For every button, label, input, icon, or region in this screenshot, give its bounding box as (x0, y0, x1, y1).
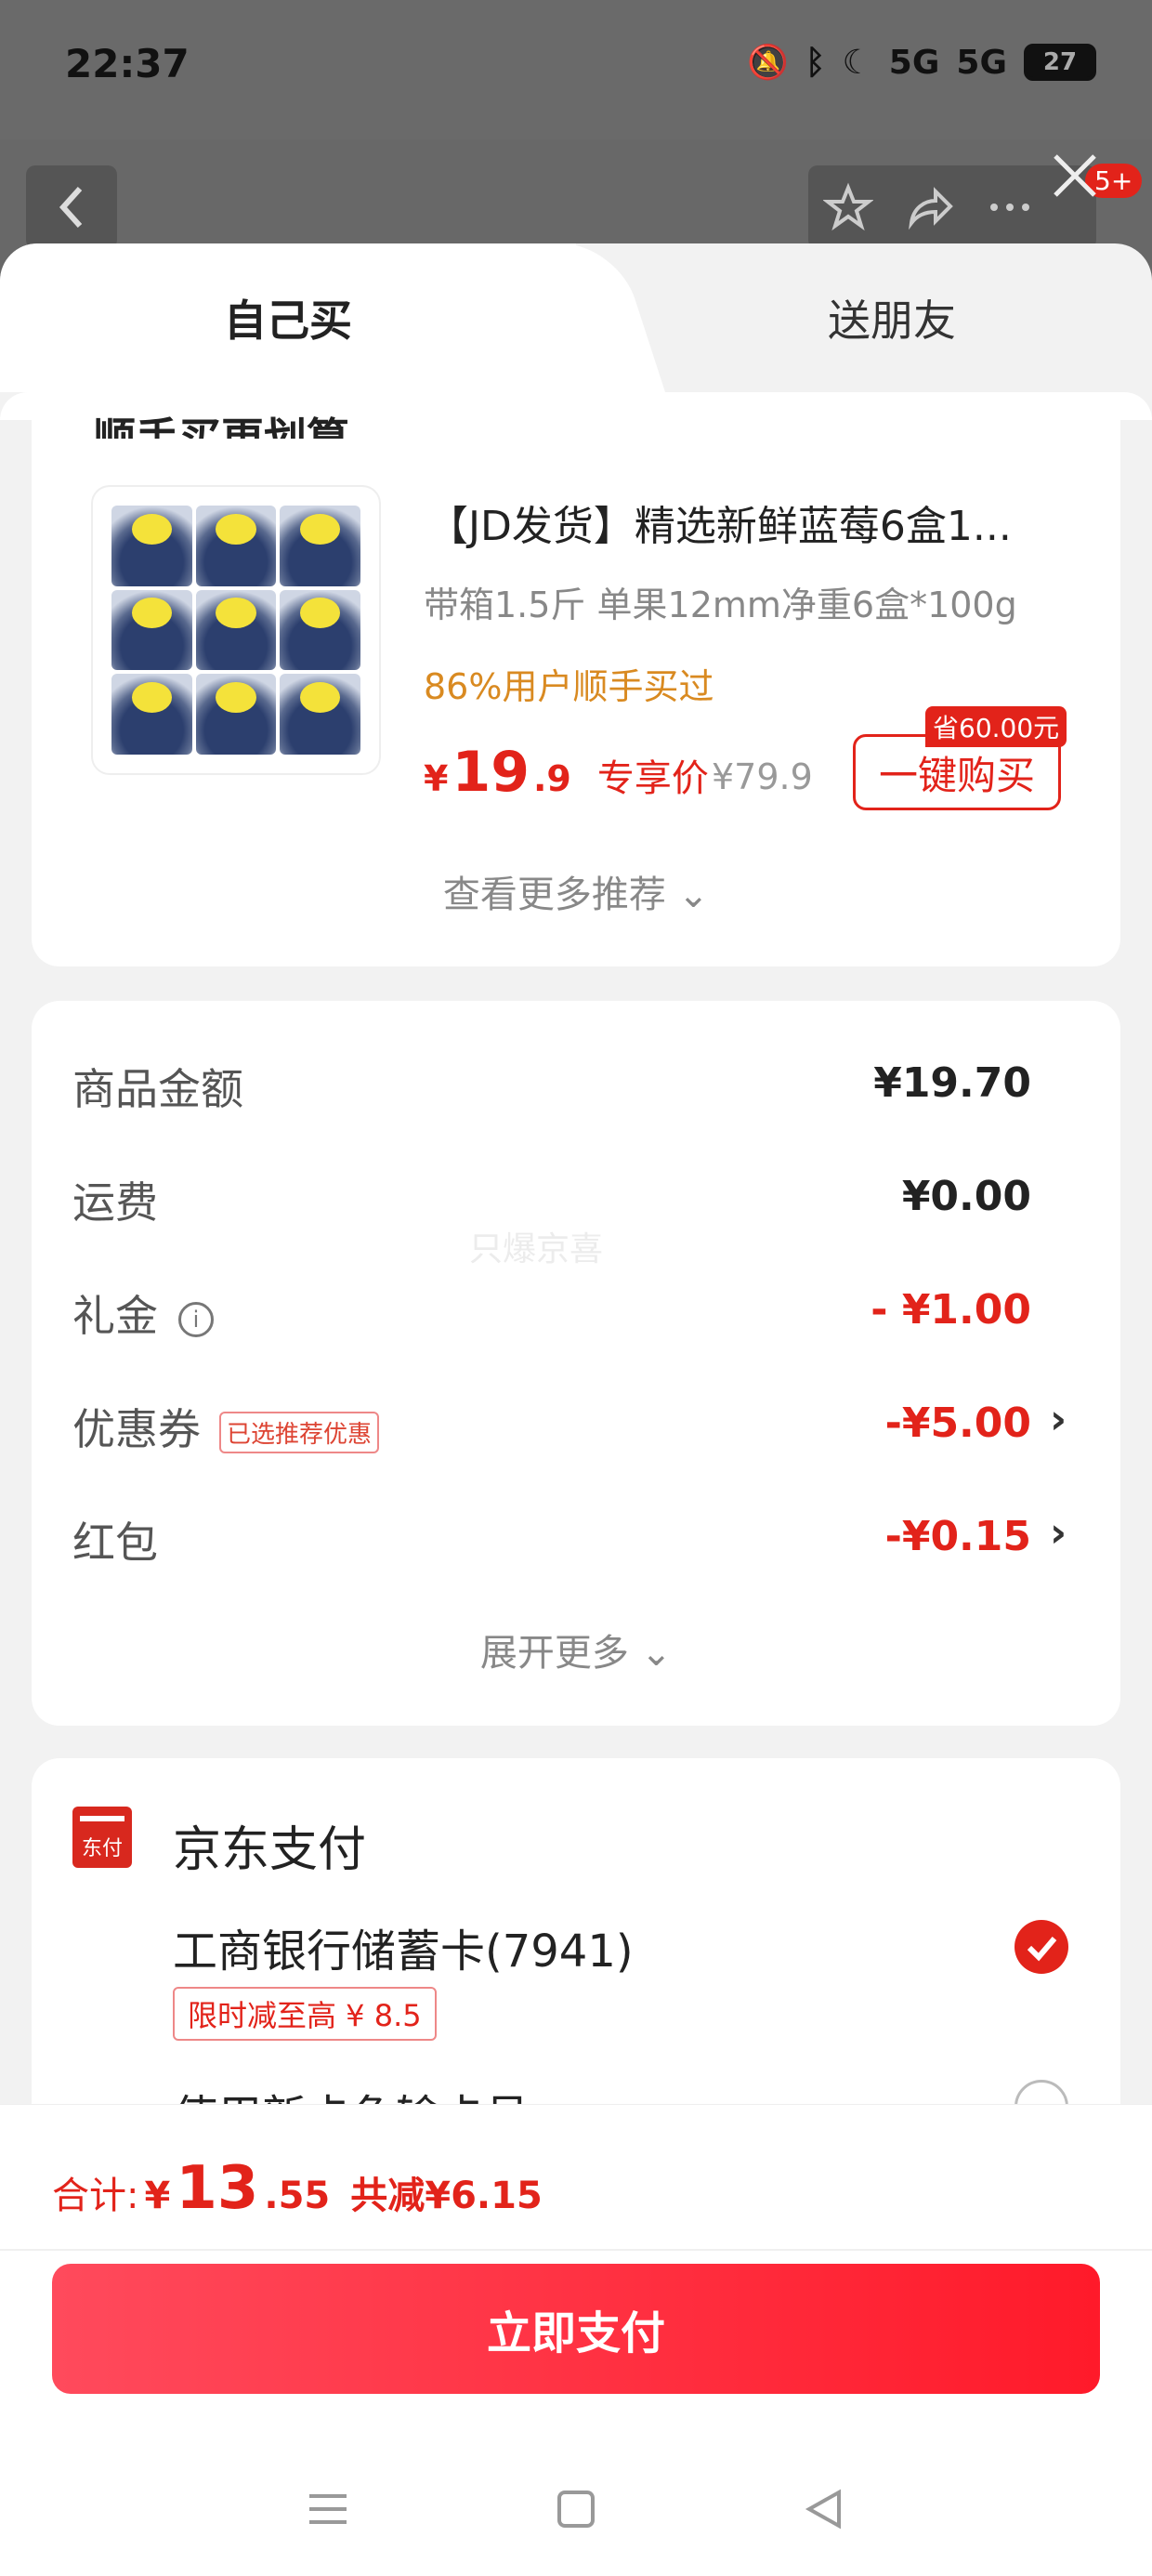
total-saved: 共减¥6.15 (350, 2175, 543, 2217)
chevron-left-icon (59, 186, 83, 229)
bluetooth-icon: ᛒ (805, 43, 826, 82)
save-amount-badge: 省60.00元 (925, 706, 1067, 747)
more-icon[interactable] (985, 182, 1035, 232)
total-currency: ¥ (144, 2175, 171, 2217)
price-integer: 19 (452, 740, 530, 805)
close-icon[interactable] (1048, 149, 1102, 203)
summary-value-redpacket[interactable]: -¥0.15 (885, 1513, 1031, 1560)
status-bar: 22:37 🔕 ᛒ ☾ 5G 5G 27 (0, 0, 1152, 139)
star-icon[interactable] (823, 182, 874, 232)
clock: 22:37 (65, 41, 190, 86)
status-icons: 🔕 ᛒ ☾ 5G 5G 27 (747, 43, 1096, 82)
share-icon[interactable] (904, 182, 954, 232)
info-icon[interactable]: i (178, 1301, 214, 1337)
summary-value-goods: ¥19.70 (873, 1059, 1031, 1107)
coupon-selected-tag: 已选推荐优惠 (219, 1412, 380, 1453)
product-price: ¥ 19 .9 专享价 (424, 740, 709, 805)
product-buy-rate: 86%用户顺手买过 (424, 666, 714, 707)
divider (0, 2249, 1152, 2251)
total-label: 合计: (52, 2175, 139, 2217)
limited-discount-tag: 限时减至高 ¥ 8.5 (173, 1987, 437, 2041)
back-button[interactable] (26, 165, 117, 249)
signal-icon: 5G (956, 43, 1007, 82)
summary-row-gift: 礼金 i (72, 1282, 214, 1344)
mute-icon: 🔕 (747, 44, 789, 82)
new-card-option[interactable]: 使用新卡免输卡号 (173, 2080, 530, 2106)
product-spec: 带箱1.5斤 单果12mm净重6盒*100g (424, 585, 1017, 625)
bank-card-option[interactable]: 工商银行储蓄卡(7941) (173, 1914, 634, 1979)
jd-pay-icon: 东付 (72, 1807, 132, 1868)
price-currency: ¥ (424, 758, 449, 799)
tab-self-buy-label: 自己买 (224, 296, 352, 346)
original-price: ¥79.9 (712, 756, 813, 797)
signal-icon: 5G (888, 43, 940, 82)
chevron-right-icon[interactable]: › (1050, 1509, 1067, 1557)
total-integer: 13 (176, 2154, 259, 2223)
summary-label-coupon: 优惠券 (72, 1404, 201, 1454)
more-recommend-link[interactable]: 查看更多推荐 ⌄ (0, 864, 1152, 918)
system-navigation-bar (0, 2453, 1152, 2565)
summary-label-gift: 礼金 (72, 1291, 158, 1341)
moon-icon: ☾ (842, 43, 872, 82)
recommend-section-title: 顺手买更划算 (93, 414, 349, 439)
pay-now-button[interactable]: 立即支付 (52, 2264, 1100, 2394)
summary-value-coupon[interactable]: -¥5.00 (885, 1400, 1031, 1447)
tab-self-buy[interactable]: 自己买 (0, 243, 576, 392)
summary-row-coupon[interactable]: 优惠券 已选推荐优惠 (72, 1396, 380, 1457)
battery-icon: 27 (1024, 44, 1096, 81)
product-title[interactable]: 【JD发货】精选新鲜蓝莓6盒1... (427, 493, 1078, 552)
tab-gift[interactable]: 送朋友 (576, 243, 1152, 392)
watermark: 只爆京喜 (469, 1230, 604, 1268)
summary-value-shipping: ¥0.00 (901, 1173, 1031, 1220)
expand-more-link[interactable]: 展开更多 ⌄ (0, 1623, 1152, 1676)
jd-pay-icon-text: 东付 (82, 1837, 123, 1860)
home-icon[interactable] (548, 2481, 604, 2537)
back-triangle-icon[interactable] (796, 2481, 852, 2537)
chevron-right-icon[interactable]: › (1050, 1396, 1067, 1443)
summary-label-goods: 商品金额 (72, 1064, 243, 1114)
summary-label-shipping: 运费 (72, 1177, 158, 1228)
summary-value-gift: - ¥1.00 (871, 1286, 1031, 1334)
price-decimal: .9 (532, 758, 571, 799)
summary-label-redpacket[interactable]: 红包 (72, 1509, 158, 1571)
product-image[interactable] (91, 485, 381, 775)
payment-provider-title: 京东支付 (173, 1822, 367, 1878)
menu-icon[interactable] (300, 2481, 356, 2537)
total-decimal: .55 (264, 2175, 331, 2217)
total-amount: 合计: ¥ 13 .55 共减¥6.15 (52, 2154, 543, 2223)
price-tag: 专享价 (596, 757, 709, 800)
checked-radio-icon[interactable] (1015, 1920, 1068, 1974)
